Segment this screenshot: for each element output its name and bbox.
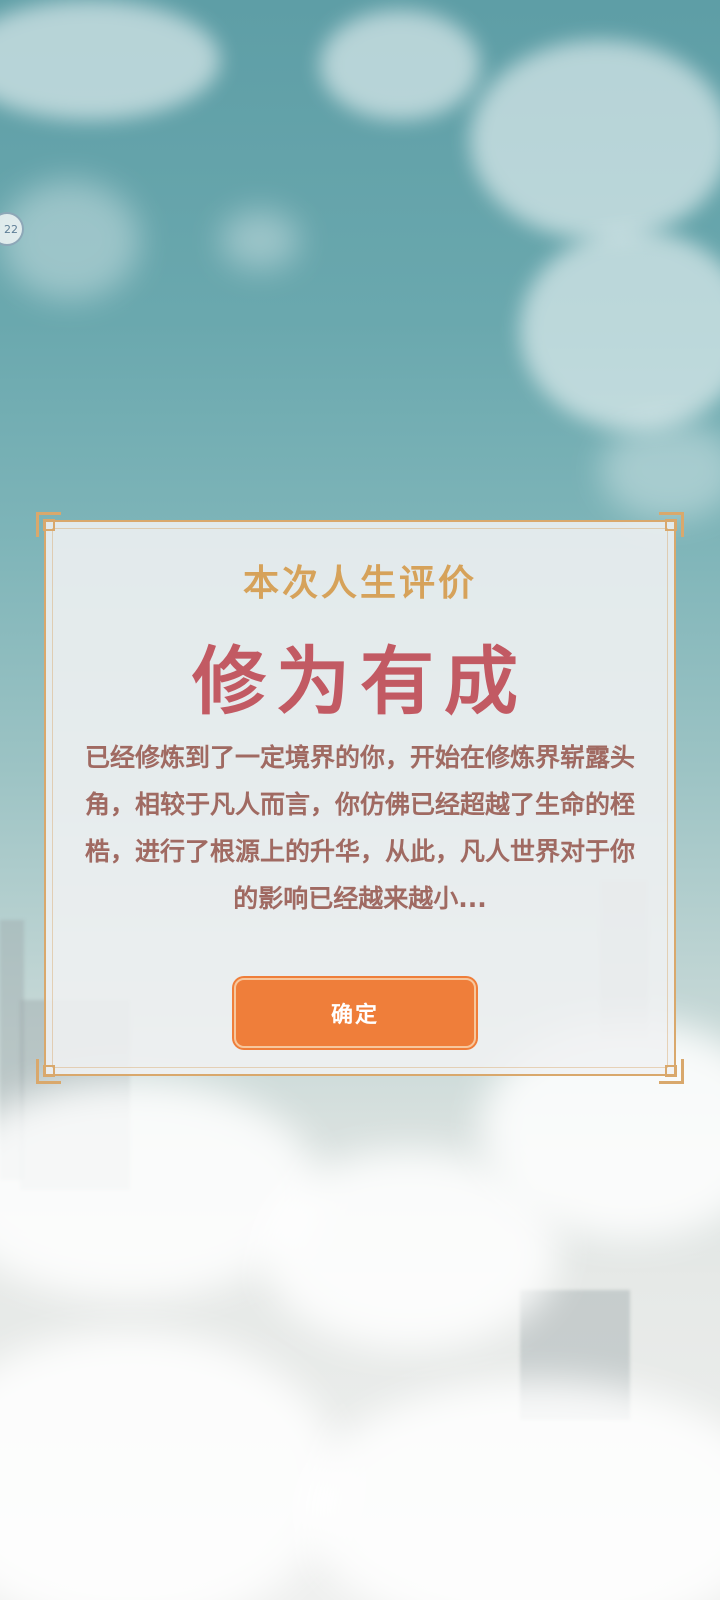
avatar-badge-text: 22 [4,222,18,236]
life-evaluation-dialog: 本次人生评价 修为有成 已经修炼到了一定境界的你，开始在修炼界崭露头角，相较于凡… [36,512,684,1084]
confirm-button[interactable]: 确定 [234,978,476,1048]
frame-corner-ornament [659,512,684,537]
evaluation-rank-title: 修为有成 [192,639,528,725]
frame-corner-ornament [36,512,61,537]
dialog-subtitle: 本次人生评价 [242,563,477,604]
confirm-button-label: 确定 [330,1003,379,1028]
frame-corner-ornament [36,1059,61,1084]
frame-corner-ornament [659,1059,684,1084]
evaluation-description: 已经修炼到了一定境界的你，开始在修炼界崭露头角，相较于凡人而言，你仿佛已经超越了… [84,743,635,913]
